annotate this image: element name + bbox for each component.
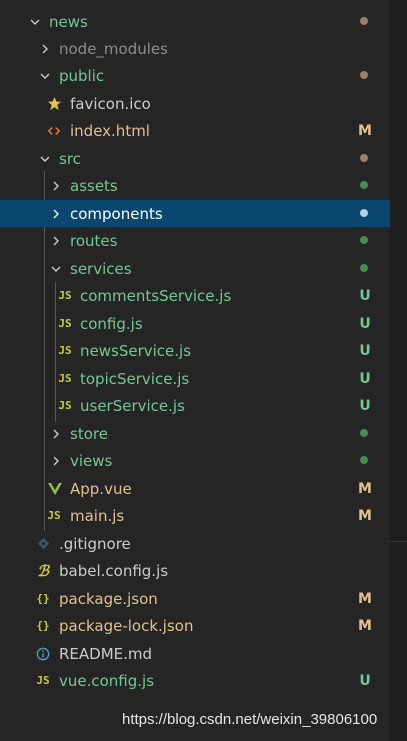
folder-label: views: [70, 451, 113, 470]
folder-label: assets: [70, 176, 118, 195]
file-news-service[interactable]: JS newsService.js U: [0, 337, 390, 364]
divider: [390, 541, 407, 542]
folder-label: news: [49, 12, 88, 31]
file-label: .gitignore: [59, 534, 131, 553]
modified-dot: [360, 71, 368, 79]
file-app-vue[interactable]: App.vue M: [0, 475, 390, 502]
chevron-down-icon: [49, 262, 63, 276]
modified-dot: [360, 154, 368, 162]
watermark-url: https://blog.csdn.net/weixin_39806100: [122, 711, 378, 728]
file-index-html[interactable]: index.html M: [0, 117, 390, 144]
file-config[interactable]: JS config.js U: [0, 310, 390, 337]
file-babel-config[interactable]: ℬ babel.config.js: [0, 557, 390, 584]
file-gitignore[interactable]: .gitignore: [0, 530, 390, 557]
git-status: U: [359, 672, 371, 689]
modified-dot: [360, 17, 368, 25]
folder-label: public: [59, 66, 105, 85]
folder-label: routes: [70, 231, 118, 250]
file-label: userService.js: [80, 396, 185, 415]
file-label: index.html: [70, 121, 150, 140]
folder-views[interactable]: views: [0, 447, 390, 474]
file-label: commentsService.js: [80, 286, 232, 305]
javascript-icon: JS: [58, 372, 72, 385]
git-status: U: [359, 397, 371, 414]
untracked-dot: [360, 181, 368, 189]
untracked-dot: [360, 209, 368, 217]
git-status: U: [359, 315, 371, 332]
chevron-right-icon: [49, 207, 63, 221]
git-status: M: [358, 480, 372, 497]
editor-edge: [390, 0, 407, 741]
javascript-icon: JS: [58, 289, 72, 302]
json-icon: {}: [36, 619, 50, 632]
file-label: package.json: [59, 589, 158, 608]
file-package-json[interactable]: {} package.json M: [0, 585, 390, 612]
untracked-dot: [360, 236, 368, 244]
folder-label: store: [70, 424, 108, 443]
folder-label: node_modules: [59, 39, 168, 58]
untracked-dot: [360, 429, 368, 437]
chevron-down-icon: [28, 15, 42, 29]
folder-src[interactable]: src: [0, 145, 390, 172]
git-status: U: [359, 342, 371, 359]
file-topic-service[interactable]: JS topicService.js U: [0, 365, 390, 392]
babel-icon: ℬ: [37, 561, 49, 580]
file-label: topicService.js: [80, 369, 190, 388]
folder-node-modules[interactable]: node_modules: [0, 35, 390, 62]
file-label: main.js: [70, 506, 125, 525]
file-main-js[interactable]: JS main.js M: [0, 502, 390, 529]
file-label: vue.config.js: [59, 671, 155, 690]
javascript-icon: JS: [47, 509, 61, 522]
javascript-icon: JS: [58, 344, 72, 357]
git-icon: [34, 535, 52, 553]
file-package-lock-json[interactable]: {} package-lock.json M: [0, 612, 390, 639]
file-user-service[interactable]: JS userService.js U: [0, 392, 390, 419]
vue-icon: [46, 480, 64, 498]
file-label: newsService.js: [80, 341, 192, 360]
git-status: M: [358, 122, 372, 139]
file-label: config.js: [80, 314, 143, 333]
chevron-right-icon: [38, 42, 52, 56]
git-status: M: [358, 507, 372, 524]
file-favicon[interactable]: favicon.ico: [0, 90, 390, 117]
javascript-icon: JS: [36, 674, 50, 687]
file-label: README.md: [59, 644, 153, 663]
file-label: babel.config.js: [59, 561, 169, 580]
file-comments-service[interactable]: JS commentsService.js U: [0, 282, 390, 309]
folder-assets[interactable]: assets: [0, 172, 390, 199]
file-vue-config[interactable]: JS vue.config.js U: [0, 667, 390, 694]
file-label: package-lock.json: [59, 616, 194, 635]
folder-services[interactable]: services: [0, 255, 390, 282]
git-status: M: [358, 617, 372, 634]
info-icon: [34, 645, 52, 663]
folder-store[interactable]: store: [0, 420, 390, 447]
file-label: favicon.ico: [70, 94, 151, 113]
folder-public[interactable]: public: [0, 62, 390, 89]
chevron-right-icon: [49, 179, 63, 193]
untracked-dot: [360, 264, 368, 272]
file-readme[interactable]: README.md: [0, 640, 390, 667]
chevron-right-icon: [49, 427, 63, 441]
file-label: App.vue: [70, 479, 132, 498]
javascript-icon: JS: [58, 317, 72, 330]
chevron-down-icon: [38, 69, 52, 83]
git-status: U: [359, 287, 371, 304]
git-status: U: [359, 370, 371, 387]
html-icon: [45, 122, 63, 140]
folder-components[interactable]: components: [0, 200, 390, 227]
json-icon: {}: [36, 592, 50, 605]
git-status: M: [358, 590, 372, 607]
star-icon: [45, 95, 63, 113]
folder-label: services: [70, 259, 132, 278]
folder-label: src: [59, 149, 81, 168]
folder-news[interactable]: news: [0, 8, 390, 35]
chevron-right-icon: [49, 234, 63, 248]
chevron-right-icon: [49, 454, 63, 468]
folder-routes[interactable]: routes: [0, 227, 390, 254]
file-explorer: news node_modules public favicon.ico ind…: [0, 0, 390, 741]
folder-label: components: [70, 204, 163, 223]
chevron-down-icon: [38, 152, 52, 166]
javascript-icon: JS: [58, 399, 72, 412]
untracked-dot: [360, 456, 368, 464]
